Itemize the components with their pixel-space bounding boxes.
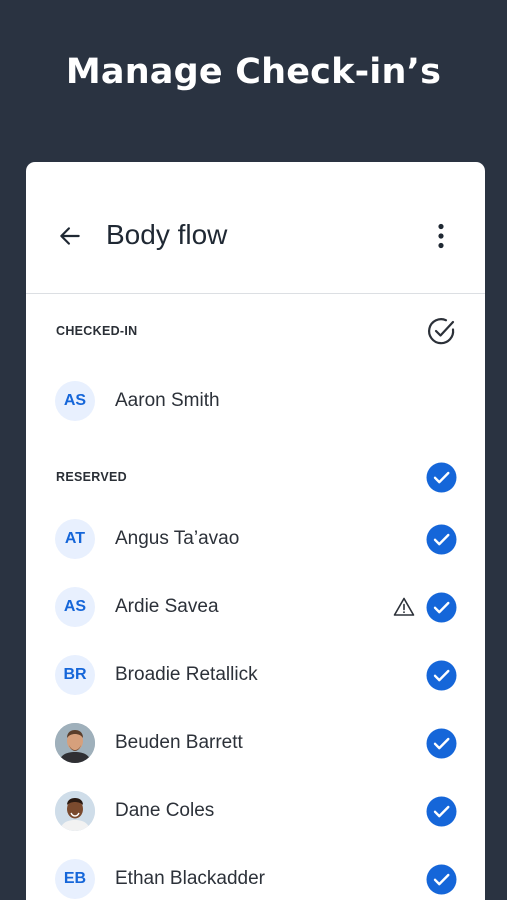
warning-triangle-icon (393, 597, 415, 616)
check-circle-outline-icon (428, 318, 455, 345)
person-name: Ethan Blackadder (115, 868, 265, 889)
person-name: Angus Ta’avao (115, 528, 240, 549)
check-circle-filled-icon[interactable] (426, 864, 457, 895)
avatar (55, 791, 95, 831)
check-all-reserved-button[interactable] (425, 461, 457, 493)
list-item[interactable]: AT Angus Ta’avao (26, 506, 485, 574)
check-circle-filled-icon (426, 462, 456, 492)
avatar: AT (55, 519, 95, 559)
check-circle-filled-icon[interactable] (426, 796, 457, 827)
avatar (55, 723, 95, 763)
avatar: EB (55, 859, 95, 899)
checked-in-label: CHECKED-IN (56, 324, 138, 338)
more-options-button[interactable] (427, 220, 455, 252)
avatar: BR (55, 655, 95, 695)
check-circle-filled-icon[interactable] (426, 524, 457, 555)
list-item[interactable]: EB Ethan Blackadder (26, 846, 485, 900)
person-name: Broadie Retallick (115, 664, 258, 685)
list-item[interactable]: BR Broadie Retallick (26, 642, 485, 710)
person-name: Beuden Barrett (115, 732, 243, 753)
person-photo-icon (55, 791, 95, 831)
checked-in-section-header: CHECKED-IN (26, 294, 485, 368)
avatar: AS (55, 381, 95, 421)
reserved-label: RESERVED (56, 470, 127, 484)
check-circle-filled-icon[interactable] (426, 660, 457, 691)
page-headline: Manage Check-in’s (65, 52, 442, 92)
list-item[interactable]: AS Aaron Smith (26, 368, 485, 436)
check-all-checked-in-button[interactable] (425, 315, 457, 347)
person-name: Ardie Savea (115, 596, 219, 617)
check-in-card: Body flow CHECKED-IN AS Aaron Smith RESE… (26, 162, 485, 900)
more-vertical-icon (438, 223, 444, 249)
check-circle-filled-icon[interactable] (426, 728, 457, 759)
list-item[interactable]: Dane Coles (26, 778, 485, 846)
list-item[interactable]: Beuden Barrett (26, 710, 485, 778)
page-title: Body flow (106, 219, 228, 250)
person-photo-icon (55, 723, 95, 763)
person-name: Aaron Smith (115, 390, 220, 411)
check-circle-filled-icon[interactable] (426, 592, 457, 623)
person-name: Dane Coles (115, 800, 215, 821)
app-bar: Body flow (26, 162, 485, 294)
list-item[interactable]: AS Ardie Savea (26, 574, 485, 642)
arrow-left-icon (60, 227, 80, 245)
back-button[interactable] (54, 220, 86, 252)
reserved-section-header: RESERVED (26, 436, 485, 506)
avatar: AS (55, 587, 95, 627)
